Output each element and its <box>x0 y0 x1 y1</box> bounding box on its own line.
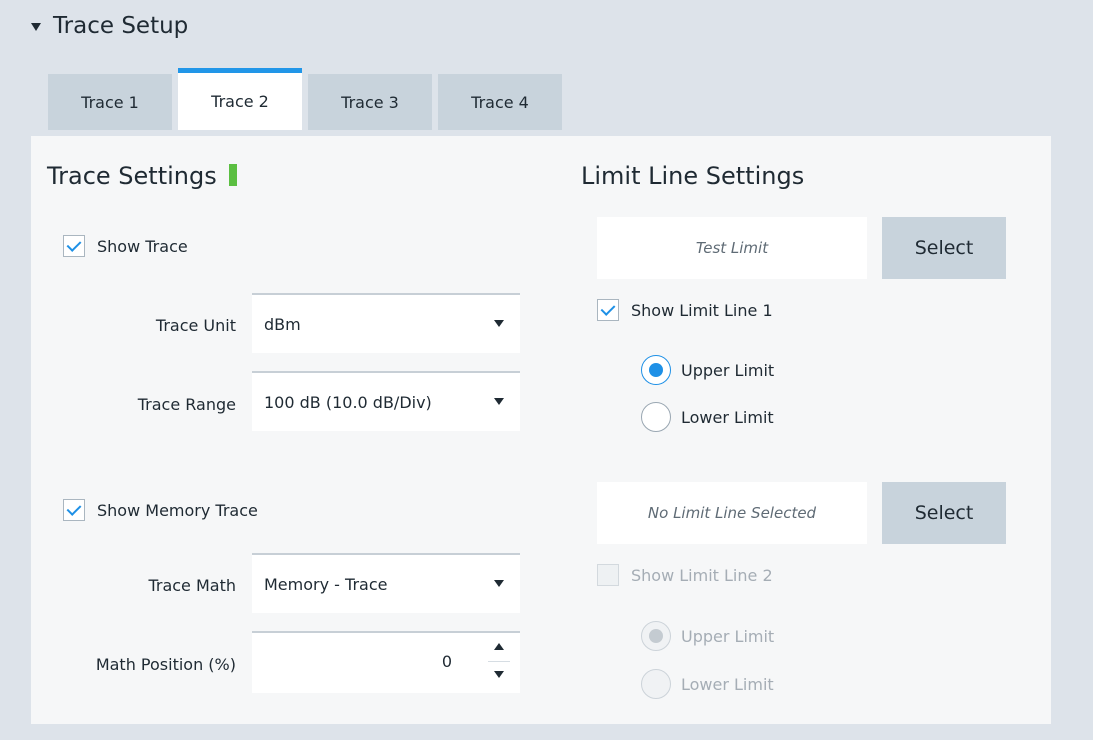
trace-math-value: Memory - Trace <box>264 574 388 594</box>
tab-trace-1[interactable]: Trace 1 <box>48 74 172 130</box>
limit-line-2-name: No Limit Line Selected <box>597 482 867 544</box>
limit-2-lower-radio[interactable]: Lower Limit <box>641 669 774 699</box>
limit-line-settings-heading: Limit Line Settings <box>581 162 805 190</box>
trace-unit-dropdown[interactable]: dBm <box>252 293 520 353</box>
trace-unit-value: dBm <box>264 314 301 334</box>
show-limit-line-1-checkbox[interactable]: Show Limit Line 1 <box>597 299 773 321</box>
checkbox-checked-icon[interactable] <box>63 499 85 521</box>
chevron-down-icon <box>494 320 504 327</box>
trace-range-label: Trace Range <box>137 395 236 414</box>
trace-panel: Trace Settings Show Trace Trace Unit dBm… <box>31 136 1051 724</box>
limit-line-2-select-button[interactable]: Select <box>882 482 1006 544</box>
limit-1-lower-radio[interactable]: Lower Limit <box>641 402 774 432</box>
limit-line-1-select-button[interactable]: Select <box>882 217 1006 279</box>
trace-math-dropdown[interactable]: Memory - Trace <box>252 553 520 613</box>
trace-tabs: Trace 1 Trace 2 Trace 3 Trace 4 <box>48 68 562 130</box>
radio-selected-icon[interactable] <box>641 621 671 651</box>
trace-setup-header[interactable]: Trace Setup <box>31 13 188 39</box>
collapse-caret-icon[interactable] <box>31 23 41 31</box>
checkbox-unchecked-icon[interactable] <box>597 564 619 586</box>
limit-line-1-name: Test Limit <box>597 217 867 279</box>
chevron-down-icon <box>494 398 504 405</box>
trace-range-dropdown[interactable]: 100 dB (10.0 dB/Div) <box>252 371 520 431</box>
show-memory-trace-label: Show Memory Trace <box>97 500 258 520</box>
math-position-stepper[interactable]: 0 <box>252 631 520 693</box>
radio-selected-icon[interactable] <box>641 355 671 385</box>
chevron-down-icon <box>494 580 504 587</box>
math-position-label: Math Position (%) <box>95 655 236 674</box>
math-position-value: 0 <box>441 652 452 671</box>
show-limit-line-1-label: Show Limit Line 1 <box>631 300 773 320</box>
status-indicator <box>228 164 237 186</box>
limit-2-lower-label: Lower Limit <box>681 674 774 694</box>
decrement-icon[interactable] <box>494 671 504 678</box>
show-trace-checkbox[interactable]: Show Trace <box>63 235 188 257</box>
stepper-divider <box>488 661 510 662</box>
limit-2-upper-label: Upper Limit <box>681 626 775 646</box>
limit-1-lower-label: Lower Limit <box>681 407 774 427</box>
tab-trace-4[interactable]: Trace 4 <box>438 74 562 130</box>
radio-unselected-icon[interactable] <box>641 402 671 432</box>
tab-trace-2[interactable]: Trace 2 <box>178 68 302 130</box>
tab-trace-3[interactable]: Trace 3 <box>308 74 432 130</box>
checkbox-checked-icon[interactable] <box>597 299 619 321</box>
section-title: Trace Setup <box>53 13 189 39</box>
limit-2-upper-radio[interactable]: Upper Limit <box>641 621 774 651</box>
trace-settings-heading: Trace Settings <box>47 162 237 190</box>
radio-unselected-icon[interactable] <box>641 669 671 699</box>
show-limit-line-2-checkbox[interactable]: Show Limit Line 2 <box>597 564 773 586</box>
show-limit-line-2-label: Show Limit Line 2 <box>631 565 773 585</box>
trace-settings-title: Trace Settings <box>47 162 217 190</box>
trace-unit-label: Trace Unit <box>155 316 236 335</box>
trace-math-label: Trace Math <box>148 576 236 595</box>
checkbox-checked-icon[interactable] <box>63 235 85 257</box>
limit-1-upper-radio[interactable]: Upper Limit <box>641 355 774 385</box>
show-memory-trace-checkbox[interactable]: Show Memory Trace <box>63 499 258 521</box>
trace-range-value: 100 dB (10.0 dB/Div) <box>264 392 432 412</box>
limit-1-upper-label: Upper Limit <box>681 360 775 380</box>
show-trace-label: Show Trace <box>97 236 188 256</box>
increment-icon[interactable] <box>494 643 504 650</box>
